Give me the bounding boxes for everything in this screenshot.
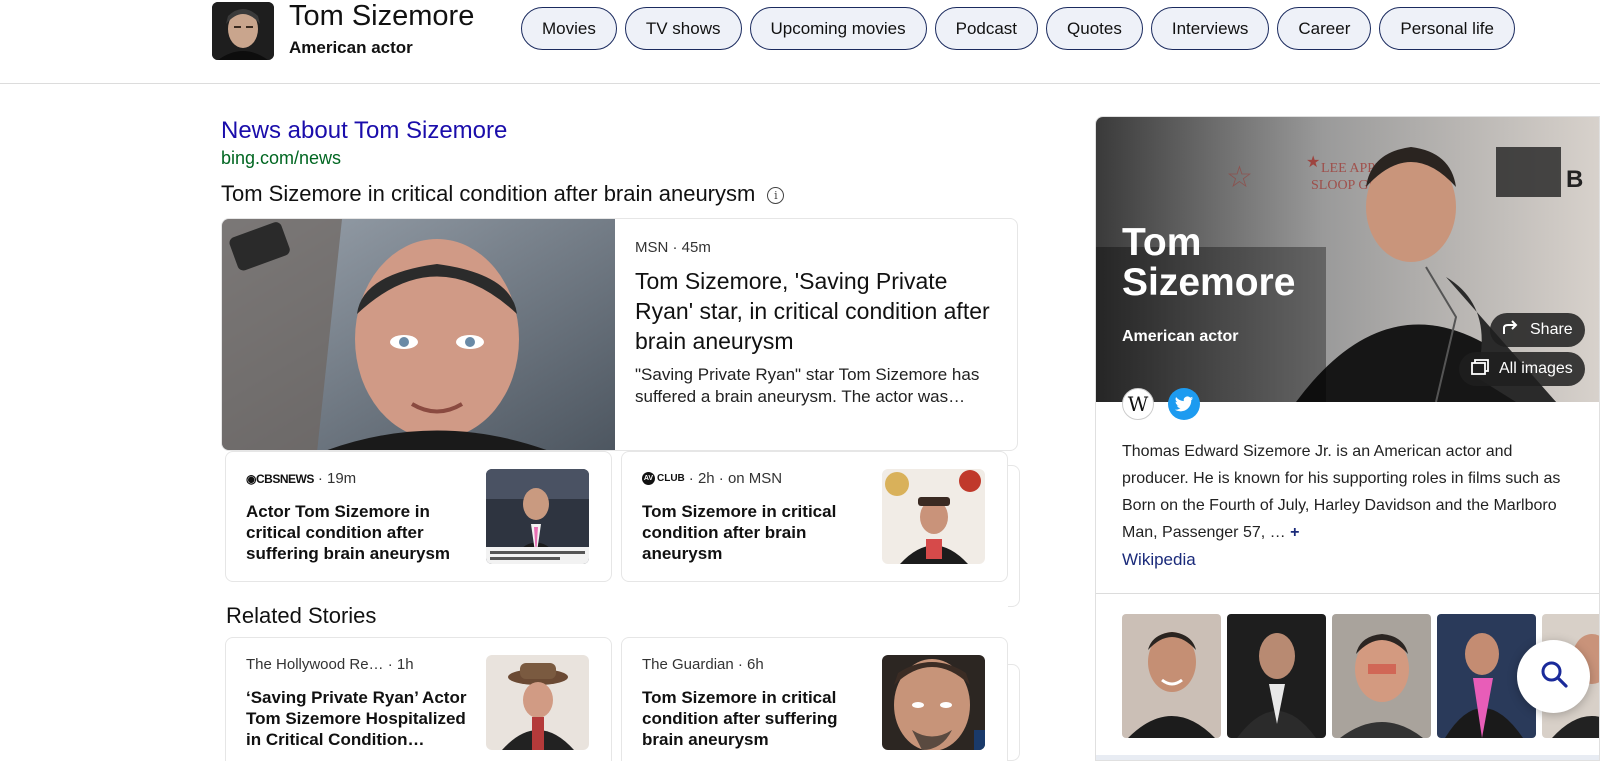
news-card-image[interactable] [882, 469, 985, 564]
av-club-logo: AV CLUB [642, 472, 685, 485]
header: Tom Sizemore American actor Movies TV sh… [0, 0, 1600, 84]
cbs-news-logo: ◉CBSNEWS [246, 471, 314, 486]
pill-personal-life[interactable]: Personal life [1379, 7, 1515, 50]
news-card-time: · 2h · on MSN [688, 470, 783, 487]
news-card-source: ◉CBSNEWS · 19m [246, 470, 356, 487]
pill-career[interactable]: Career [1277, 7, 1372, 50]
images-icon [1471, 358, 1489, 380]
pill-quotes[interactable]: Quotes [1046, 7, 1143, 50]
main-news-text: MSN · 45m Tom Sizemore, 'Saving Private … [635, 219, 1005, 408]
related-card-source: The Hollywood Re… · 1h [246, 656, 414, 673]
news-card-image[interactable] [486, 469, 589, 564]
related-card-title[interactable]: ‘Saving Private Ryan’ Actor Tom Sizemore… [246, 687, 478, 750]
panel-entity-subtitle: American actor [1122, 328, 1239, 345]
news-card-source: AV CLUB · 2h · on MSN [642, 470, 782, 487]
related-card-image[interactable] [486, 655, 589, 750]
svg-text:SLOOP GI: SLOOP GI [1311, 178, 1373, 193]
main-news-card[interactable]: MSN · 45m Tom Sizemore, 'Saving Private … [221, 218, 1018, 451]
panel-divider [1096, 593, 1599, 594]
related-card-image[interactable] [882, 655, 985, 750]
main-news-image[interactable] [222, 219, 615, 450]
svg-text:☆: ☆ [1226, 161, 1253, 194]
wikipedia-source-link[interactable]: Wikipedia [1122, 550, 1196, 570]
news-topic-text: Tom Sizemore in critical condition after… [221, 181, 756, 206]
news-card[interactable]: AV CLUB · 2h · on MSN Tom Sizemore in cri… [621, 451, 1008, 582]
topic-pills: Movies TV shows Upcoming movies Podcast … [521, 7, 1515, 50]
entity-thumbnail[interactable] [212, 2, 274, 60]
main-news-source: MSN · 45m [635, 239, 711, 256]
pill-movies[interactable]: Movies [521, 7, 617, 50]
news-card-title[interactable]: Actor Tom Sizemore in critical condition… [246, 501, 478, 564]
social-links: W [1122, 388, 1200, 420]
pill-podcast[interactable]: Podcast [934, 7, 1039, 50]
news-source-url[interactable]: bing.com/news [221, 148, 341, 169]
related-card[interactable]: The Guardian · 6h Tom Sizemore in critic… [621, 637, 1008, 761]
main-news-snippet: "Saving Private Ryan" star Tom Sizemore … [635, 365, 980, 406]
knowledge-panel-hero-image[interactable]: ★ ☆ LEE APPL SLOOP GI B Tom Sizemore Ame… [1096, 117, 1599, 402]
share-icon [1502, 319, 1520, 341]
svg-text:★: ★ [1306, 154, 1320, 171]
related-card[interactable]: The Hollywood Re… · 1h ‘Saving Private R… [225, 637, 612, 761]
carousel-edge [1008, 465, 1020, 607]
image-thumbnail[interactable] [1122, 614, 1221, 738]
news-heading-link[interactable]: News about Tom Sizemore [221, 117, 507, 145]
image-thumbnail[interactable] [1332, 614, 1431, 738]
related-card-source: The Guardian · 6h [642, 656, 764, 673]
pill-tv-shows[interactable]: TV shows [624, 7, 742, 50]
svg-text:B: B [1566, 166, 1583, 193]
image-thumbnail[interactable] [1227, 614, 1326, 738]
share-button[interactable]: Share [1490, 313, 1585, 347]
panel-footer-strip [1096, 755, 1599, 760]
news-topic: Tom Sizemore in critical condition after… [221, 181, 785, 207]
twitter-icon[interactable] [1168, 388, 1200, 420]
news-card-title[interactable]: Tom Sizemore in critical condition after… [642, 501, 874, 564]
news-card[interactable]: ◉CBSNEWS · 19m Actor Tom Sizemore in cri… [225, 451, 612, 582]
pill-upcoming-movies[interactable]: Upcoming movies [749, 7, 927, 50]
floating-search-button[interactable] [1517, 640, 1590, 713]
panel-description: Thomas Edward Sizemore Jr. is an America… [1122, 443, 1561, 541]
search-icon [1540, 660, 1568, 693]
expand-description-button[interactable]: + [1290, 524, 1299, 541]
wikipedia-icon[interactable]: W [1122, 388, 1154, 420]
panel-entity-name: Tom Sizemore [1122, 221, 1296, 304]
entity-subtitle: American actor [289, 38, 413, 57]
entity-title: Tom Sizemore [289, 0, 475, 32]
info-icon[interactable]: i [767, 187, 785, 204]
news-card-time: · 19m [317, 470, 357, 487]
main-news-title[interactable]: Tom Sizemore, 'Saving Private Ryan' star… [635, 266, 1005, 356]
all-images-button[interactable]: All images [1459, 352, 1585, 386]
related-card-title[interactable]: Tom Sizemore in critical condition after… [642, 687, 874, 750]
related-stories-heading: Related Stories [226, 603, 377, 628]
pill-interviews[interactable]: Interviews [1150, 7, 1270, 50]
carousel-edge [1008, 664, 1020, 761]
